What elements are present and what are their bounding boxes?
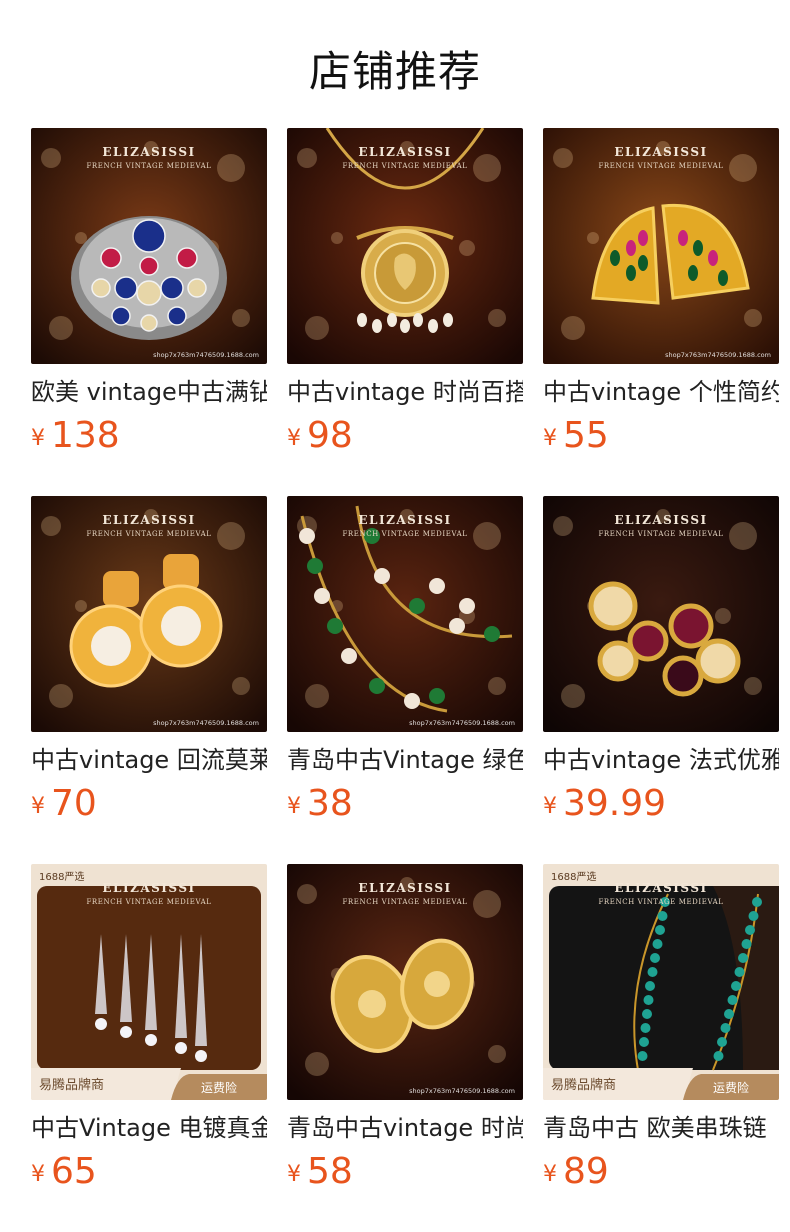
pearl-earring-image: ELIZASISSI FRENCH VINTAGE MEDIEVAL shop7x…	[31, 496, 267, 732]
brooch-image: ELIZASISSI FRENCH VINTAGE MEDIEVAL shop7x…	[31, 128, 267, 364]
brand-tagline: FRENCH VINTAGE MEDIEVAL	[598, 898, 723, 906]
product-image[interactable]: ELIZASISSI FRENCH VINTAGE MEDIEVAL shop7x…	[287, 864, 523, 1100]
turquoise-necklace-image: ELIZASISSI FRENCH VINTAGE MEDIEVAL 1688严选…	[543, 864, 779, 1100]
brand-tagline: FRENCH VINTAGE MEDIEVAL	[598, 162, 723, 170]
product-name[interactable]: 中古vintage 时尚百搭	[287, 376, 523, 408]
price-value: 70	[51, 783, 97, 824]
product-name[interactable]: 中古vintage 法式优雅	[543, 744, 779, 776]
watermark-text: shop7x763m7476509.1688.com	[409, 719, 515, 727]
price-value: 65	[51, 1151, 97, 1192]
product-card[interactable]: ELIZASISSI FRENCH VINTAGE MEDIEVAL shop7x…	[31, 128, 271, 458]
watermark-text: shop7x763m7476509.1688.com	[409, 1087, 515, 1095]
price-value: 58	[307, 1151, 353, 1192]
product-image[interactable]: ELIZASISSI FRENCH VINTAGE MEDIEVAL 1688严选…	[31, 864, 267, 1100]
price-value: 98	[307, 415, 353, 456]
yanxuan-badge: 1688严选	[551, 870, 596, 883]
price-value: 38	[307, 783, 353, 824]
product-price: ¥70	[31, 784, 97, 824]
product-image[interactable]: ELIZASISSI FRENCH VINTAGE MEDIEVAL shop7x…	[31, 496, 267, 732]
product-price: ¥138	[31, 416, 120, 456]
price-value: 89	[563, 1151, 609, 1192]
product-price: ¥38	[287, 784, 353, 824]
product-price: ¥58	[287, 1152, 353, 1192]
product-card[interactable]: ELIZASISSI FRENCH VINTAGE MEDIEVAL 1688严选…	[543, 864, 783, 1194]
gem-earring-image: ELIZASISSI FRENCH VINTAGE MEDIEVAL	[543, 496, 779, 732]
product-image[interactable]: ELIZASISSI FRENCH VINTAGE MEDIEVAL	[287, 128, 523, 364]
yanxuan-badge: 1688严选	[39, 870, 84, 883]
currency-symbol: ¥	[287, 426, 301, 451]
product-name[interactable]: 青岛中古 欧美串珠链	[543, 1112, 779, 1144]
product-card[interactable]: ELIZASISSI FRENCH VINTAGE MEDIEVAL shop7x…	[287, 496, 527, 826]
brand-store-badge: 易腾品牌商	[551, 1077, 616, 1093]
currency-symbol: ¥	[31, 794, 45, 819]
product-card[interactable]: ELIZASISSI FRENCH VINTAGE MEDIEVAL 中古vin…	[543, 496, 783, 826]
product-card[interactable]: ELIZASISSI FRENCH VINTAGE MEDIEVAL shop7x…	[543, 128, 783, 458]
watermark-text: shop7x763m7476509.1688.com	[665, 351, 771, 359]
currency-symbol: ¥	[543, 794, 557, 819]
brand-tagline: FRENCH VINTAGE MEDIEVAL	[342, 530, 467, 538]
product-price: ¥65	[31, 1152, 97, 1192]
brand-name: ELIZASISSI	[614, 881, 707, 895]
earring-image: ELIZASISSI FRENCH VINTAGE MEDIEVAL shop7x…	[543, 128, 779, 364]
product-name[interactable]: 中古Vintage 电镀真金	[31, 1112, 267, 1144]
brand-name: ELIZASISSI	[358, 513, 451, 527]
product-name[interactable]: 青岛中古vintage 时尚	[287, 1112, 523, 1144]
shipping-badge: 运费险	[201, 1080, 237, 1095]
currency-symbol: ¥	[543, 426, 557, 451]
brand-tagline: FRENCH VINTAGE MEDIEVAL	[86, 530, 211, 538]
currency-symbol: ¥	[543, 1162, 557, 1187]
product-image[interactable]: ELIZASISSI FRENCH VINTAGE MEDIEVAL shop7x…	[31, 128, 267, 364]
product-image[interactable]: ELIZASISSI FRENCH VINTAGE MEDIEVAL shop7x…	[543, 128, 779, 364]
brand-tagline: FRENCH VINTAGE MEDIEVAL	[86, 162, 211, 170]
currency-symbol: ¥	[287, 1162, 301, 1187]
currency-symbol: ¥	[287, 794, 301, 819]
product-image[interactable]: ELIZASISSI FRENCH VINTAGE MEDIEVAL 1688严选…	[543, 864, 779, 1100]
watermark-text: shop7x763m7476509.1688.com	[153, 719, 259, 727]
product-name[interactable]: 青岛中古Vintage 绿色	[287, 744, 523, 776]
brand-store-badge: 易腾品牌商	[39, 1077, 104, 1093]
product-price: ¥89	[543, 1152, 609, 1192]
price-value: 138	[51, 415, 120, 456]
product-image[interactable]: ELIZASISSI FRENCH VINTAGE MEDIEVAL	[543, 496, 779, 732]
brand-name: ELIZASISSI	[614, 513, 707, 527]
beaded-necklace-image: ELIZASISSI FRENCH VINTAGE MEDIEVAL shop7x…	[287, 496, 523, 732]
brand-tagline: FRENCH VINTAGE MEDIEVAL	[342, 898, 467, 906]
product-name[interactable]: 欧美 vintage中古满钻	[31, 376, 267, 408]
product-card[interactable]: ELIZASISSI FRENCH VINTAGE MEDIEVAL 中古vin…	[287, 128, 527, 458]
product-name[interactable]: 中古vintage 个性简约	[543, 376, 779, 408]
product-image[interactable]: ELIZASISSI FRENCH VINTAGE MEDIEVAL shop7x…	[287, 496, 523, 732]
watermark-text: shop7x763m7476509.1688.com	[153, 351, 259, 359]
brand-tagline: FRENCH VINTAGE MEDIEVAL	[342, 162, 467, 170]
product-name[interactable]: 中古vintage 回流莫莱	[31, 744, 267, 776]
product-card[interactable]: ELIZASISSI FRENCH VINTAGE MEDIEVAL shop7x…	[31, 496, 271, 826]
brand-name: ELIZASISSI	[358, 145, 451, 159]
price-value: 55	[563, 415, 609, 456]
brand-tagline: FRENCH VINTAGE MEDIEVAL	[86, 898, 211, 906]
brand-name: ELIZASISSI	[102, 513, 195, 527]
currency-symbol: ¥	[31, 426, 45, 451]
product-price: ¥55	[543, 416, 609, 456]
product-price: ¥39.99	[543, 784, 666, 824]
brand-name: ELIZASISSI	[102, 145, 195, 159]
crystal-earring-image: ELIZASISSI FRENCH VINTAGE MEDIEVAL 1688严选…	[31, 864, 267, 1100]
product-card[interactable]: ELIZASISSI FRENCH VINTAGE MEDIEVAL shop7x…	[287, 864, 527, 1194]
shipping-badge: 运费险	[713, 1080, 749, 1095]
price-value: 39.99	[563, 783, 667, 824]
brand-name: ELIZASISSI	[614, 145, 707, 159]
product-card[interactable]: ELIZASISSI FRENCH VINTAGE MEDIEVAL 1688严选…	[31, 864, 271, 1194]
product-grid: ELIZASISSI FRENCH VINTAGE MEDIEVAL shop7x…	[0, 0, 790, 1232]
brand-name: ELIZASISSI	[102, 881, 195, 895]
pendant-necklace-image: ELIZASISSI FRENCH VINTAGE MEDIEVAL	[287, 128, 523, 364]
brand-name: ELIZASISSI	[358, 881, 451, 895]
gold-stud-image: ELIZASISSI FRENCH VINTAGE MEDIEVAL shop7x…	[287, 864, 523, 1100]
product-price: ¥98	[287, 416, 353, 456]
currency-symbol: ¥	[31, 1162, 45, 1187]
brand-tagline: FRENCH VINTAGE MEDIEVAL	[598, 530, 723, 538]
